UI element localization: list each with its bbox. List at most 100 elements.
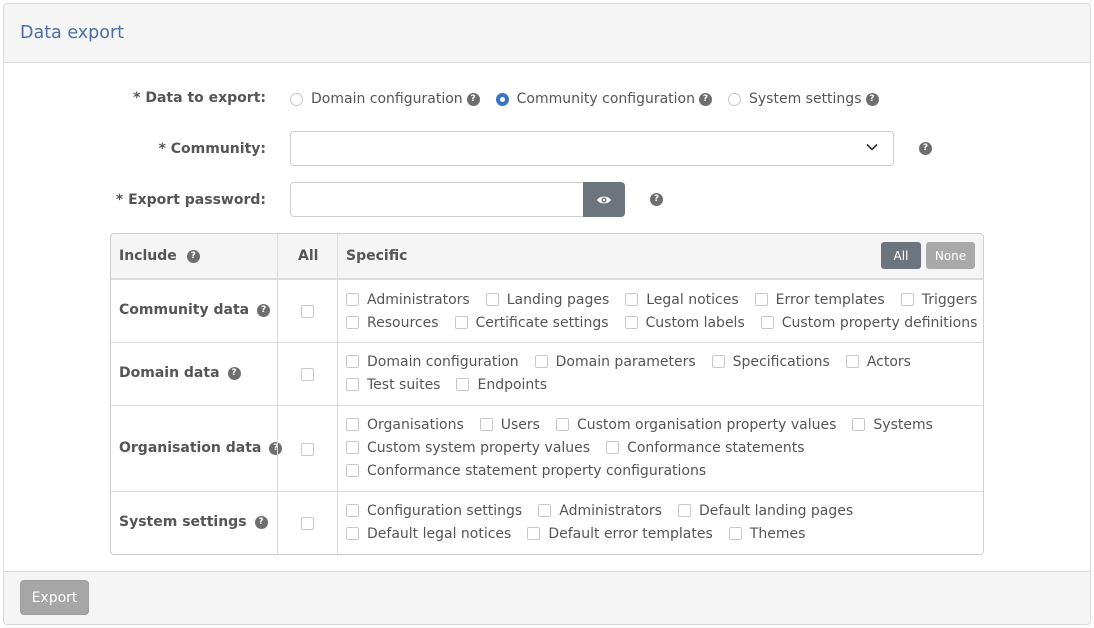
option-checkbox[interactable] xyxy=(346,527,359,540)
row-all-checkbox[interactable] xyxy=(301,305,314,318)
option-checkbox[interactable] xyxy=(538,504,552,517)
option[interactable]: Error templates xyxy=(754,292,885,308)
option[interactable]: Domain configuration xyxy=(346,354,519,370)
option[interactable]: Organisations xyxy=(346,417,464,433)
select-all-button[interactable]: All xyxy=(881,242,921,269)
option-checkbox[interactable] xyxy=(534,355,548,368)
option[interactable]: Actors xyxy=(845,354,911,370)
option[interactable]: Users xyxy=(479,417,540,433)
option[interactable]: Default error templates xyxy=(527,526,713,542)
option-checkbox[interactable] xyxy=(624,316,638,329)
row-all-checkbox[interactable] xyxy=(301,368,314,381)
option[interactable]: Custom property definitions xyxy=(760,315,977,331)
option[interactable]: Default legal notices xyxy=(346,526,511,542)
option-checkbox[interactable] xyxy=(900,293,914,306)
row-all-checkbox[interactable] xyxy=(301,443,314,456)
export-password-help-icon[interactable]: ? xyxy=(650,193,663,206)
radio-community-configuration[interactable]: Community configuration ? xyxy=(495,91,712,107)
option-checkbox[interactable] xyxy=(456,378,470,391)
row-label-text: Organisation data xyxy=(119,440,262,456)
help-icon[interactable]: ? xyxy=(257,303,271,317)
row-system-settings: System settings ? Configuration settings… xyxy=(111,492,983,554)
chevron-down-icon xyxy=(866,143,878,151)
option[interactable]: Landing pages xyxy=(485,292,609,308)
help-icon[interactable]: ? xyxy=(466,92,480,106)
option[interactable]: Custom system property values xyxy=(346,440,590,456)
option-checkbox[interactable] xyxy=(346,418,359,431)
option[interactable]: Administrators xyxy=(346,292,470,308)
export-password-input[interactable] xyxy=(290,182,584,217)
help-icon[interactable]: ? xyxy=(227,366,241,380)
option-checkbox[interactable] xyxy=(346,378,359,391)
option-label: Resources xyxy=(367,314,439,331)
option-checkbox[interactable] xyxy=(527,527,541,540)
community-help-icon[interactable]: ? xyxy=(919,142,932,155)
option-checkbox[interactable] xyxy=(479,418,493,431)
radio-system-settings[interactable]: System settings ? xyxy=(728,91,879,107)
option[interactable]: Specifications xyxy=(711,354,830,370)
option-checkbox[interactable] xyxy=(346,316,359,329)
radio-community-configuration-input[interactable] xyxy=(495,92,509,106)
option-checkbox[interactable] xyxy=(760,316,774,329)
option[interactable]: Themes xyxy=(728,526,805,542)
option-checkbox[interactable] xyxy=(346,464,359,477)
option-checkbox[interactable] xyxy=(346,504,359,517)
option-checkbox[interactable] xyxy=(485,293,499,306)
option[interactable]: Legal notices xyxy=(625,292,739,308)
export-include-table: Include ? All Specific All None Communit… xyxy=(110,233,984,555)
option[interactable]: Conformance statement property configura… xyxy=(346,463,706,479)
option-checkbox[interactable] xyxy=(852,418,866,431)
option[interactable]: Resources xyxy=(346,315,439,331)
option-checkbox[interactable] xyxy=(711,355,725,368)
show-password-button[interactable] xyxy=(583,182,625,217)
option[interactable]: Custom labels xyxy=(624,315,745,331)
option-checkbox[interactable] xyxy=(845,355,859,368)
radio-domain-configuration[interactable]: Domain configuration ? xyxy=(290,91,480,107)
select-none-button[interactable]: None xyxy=(926,242,975,269)
option-label: Custom organisation property values xyxy=(576,416,837,433)
option[interactable]: Triggers xyxy=(900,292,977,308)
option-checkbox[interactable] xyxy=(454,316,468,329)
option-label: Certificate settings xyxy=(475,314,609,331)
option-checkbox[interactable] xyxy=(677,504,691,517)
column-divider xyxy=(337,234,338,554)
option-checkbox[interactable] xyxy=(346,293,359,306)
help-icon[interactable]: ? xyxy=(269,441,283,455)
row-all-checkbox[interactable] xyxy=(301,517,314,530)
option-checkbox[interactable] xyxy=(555,418,569,431)
export-password-label: * Export password: xyxy=(115,192,266,208)
row-organisation-data: Organisation data ? Organisations Users … xyxy=(111,406,983,492)
option-checkbox[interactable] xyxy=(606,441,620,454)
option[interactable]: Configuration settings xyxy=(346,503,522,519)
option-label: Default landing pages xyxy=(698,502,854,519)
option-checkbox[interactable] xyxy=(754,293,768,306)
export-button[interactable]: Export xyxy=(20,580,89,615)
option[interactable]: Endpoints xyxy=(456,377,547,393)
radio-system-settings-input[interactable] xyxy=(728,92,741,106)
option[interactable]: Test suites xyxy=(346,377,440,393)
option-checkbox[interactable] xyxy=(346,441,359,454)
help-icon[interactable]: ? xyxy=(254,515,268,529)
data-to-export-radio-group: Domain configuration ? Community configu… xyxy=(290,89,895,109)
option-checkbox[interactable] xyxy=(728,527,742,540)
option[interactable]: Administrators xyxy=(538,503,662,519)
option-checkbox[interactable] xyxy=(625,293,639,306)
row-label: System settings ? xyxy=(119,514,268,530)
row-community-data: Community data ? Administrators Landing … xyxy=(111,280,983,343)
radio-domain-configuration-input[interactable] xyxy=(290,92,303,106)
option[interactable]: Conformance statements xyxy=(606,440,805,456)
community-select[interactable] xyxy=(290,131,894,166)
option-checkbox[interactable] xyxy=(346,355,359,368)
option[interactable]: Domain parameters xyxy=(534,354,696,370)
option[interactable]: Certificate settings xyxy=(454,314,609,331)
help-icon[interactable]: ? xyxy=(699,92,712,106)
option-label: Endpoints xyxy=(477,376,548,393)
include-help-icon[interactable]: ? xyxy=(186,249,200,263)
option[interactable]: Systems xyxy=(852,417,933,433)
data-to-export-label: * Data to export: xyxy=(133,90,266,106)
help-icon[interactable]: ? xyxy=(865,92,879,106)
row-specific-options: Domain configuration Domain parameters S… xyxy=(346,350,975,396)
option[interactable]: Custom organisation property values xyxy=(555,416,837,433)
option[interactable]: Default landing pages xyxy=(677,502,854,519)
option-label: Systems xyxy=(873,416,933,433)
